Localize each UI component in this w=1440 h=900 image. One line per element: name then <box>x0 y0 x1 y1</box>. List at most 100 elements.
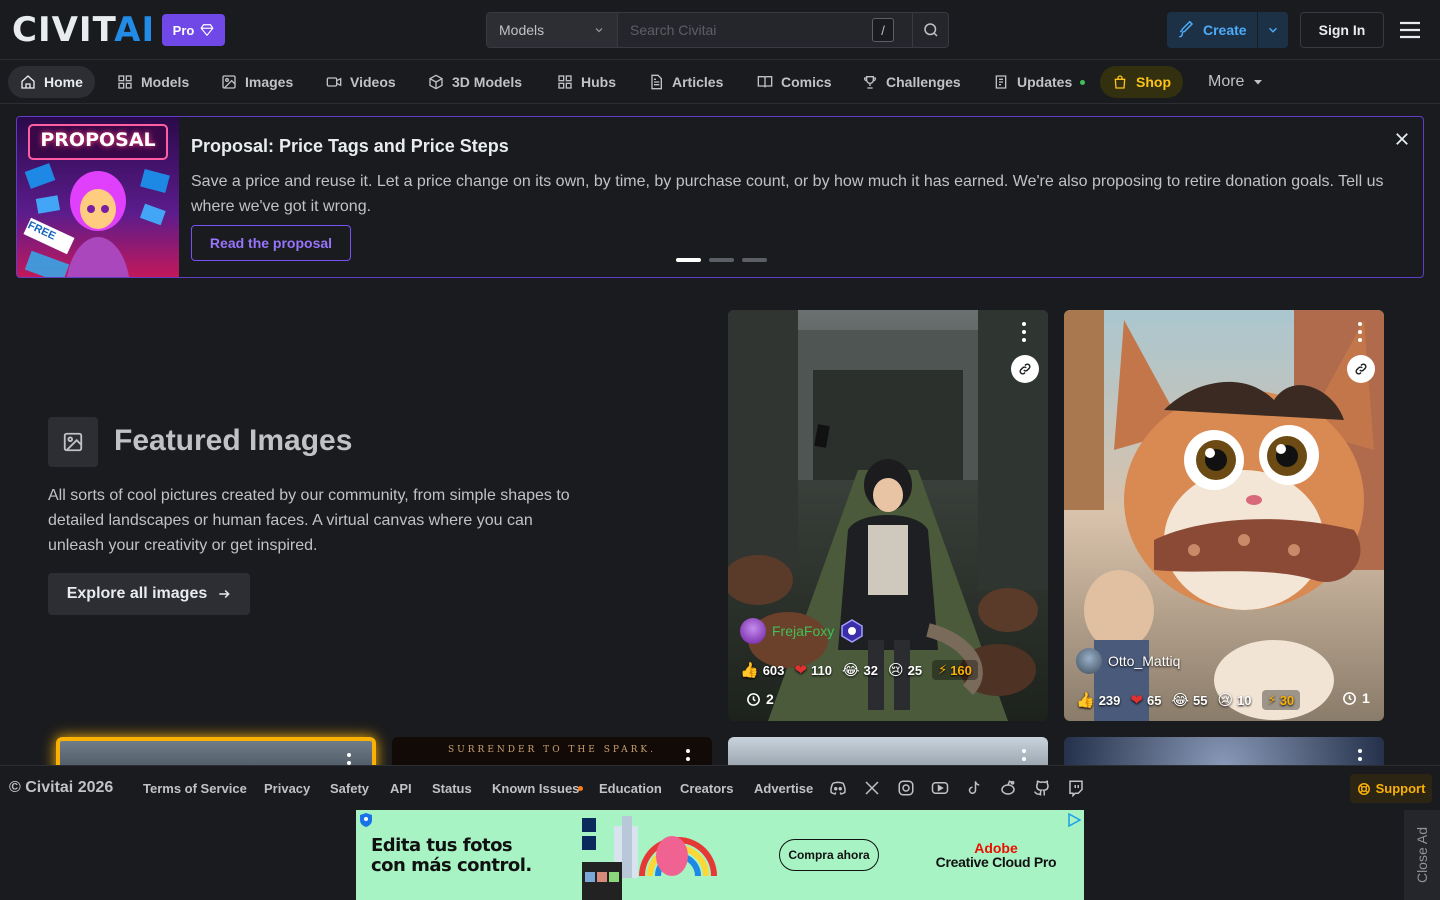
carousel-dot[interactable] <box>709 258 734 262</box>
footer-link-known-issues[interactable]: Known Issues <box>492 781 579 796</box>
chevron-down-icon[interactable] <box>1266 23 1280 37</box>
nav-more-label: More <box>1208 73 1245 90</box>
avatar <box>1076 648 1102 674</box>
featured-images-icon-box <box>48 417 98 467</box>
advertisement[interactable]: Edita tus fotos con más control. Compra … <box>356 810 1084 900</box>
carousel-dot[interactable] <box>742 258 767 262</box>
heart-count: 65 <box>1146 692 1162 708</box>
cry-reaction[interactable]: 😢 10 <box>1217 691 1251 709</box>
footer-link-safety[interactable]: Safety <box>330 781 369 796</box>
brush-icon <box>1179 21 1194 38</box>
footer: © Civitai 2026 Terms of Service Privacy … <box>0 765 1440 810</box>
remix-button[interactable] <box>1011 355 1039 383</box>
nav-articles[interactable]: Articles <box>636 66 735 98</box>
sign-in-button[interactable]: Sign In <box>1300 12 1384 48</box>
adchoices-icon[interactable] <box>1067 813 1081 827</box>
nav-more[interactable]: More <box>1196 66 1276 98</box>
cry-reaction[interactable]: 😢 25 <box>888 661 922 679</box>
image-card[interactable]: FrejaFoxy 👍 603 ❤ 110 😂 32 😢 25 ⚡ 160 2 <box>728 310 1048 721</box>
support-button[interactable]: Support <box>1350 774 1432 803</box>
x-twitter-icon[interactable] <box>863 779 881 797</box>
close-ad-button[interactable]: Close Ad <box>1404 810 1440 900</box>
like-reaction[interactable]: 👍 239 <box>1076 691 1120 709</box>
featured-description: All sorts of cool pictures created by ou… <box>48 487 570 554</box>
search-button[interactable] <box>912 13 948 47</box>
like-reaction[interactable]: 👍 603 <box>740 661 784 679</box>
card-user[interactable]: Otto_Mattiq <box>1076 648 1180 674</box>
footer-link-advertise[interactable]: Advertise <box>754 781 813 796</box>
footer-link-education[interactable]: Education <box>599 781 662 796</box>
comment-count-row[interactable]: 2 <box>746 691 774 707</box>
footer-link-status[interactable]: Status <box>432 781 472 796</box>
heart-reaction[interactable]: ❤ 110 <box>794 661 832 679</box>
nav-label: Hubs <box>581 74 616 90</box>
more-vertical-icon[interactable] <box>1022 322 1026 342</box>
main-nav: Home Models Images Videos 3D Models Hubs… <box>0 60 1440 104</box>
search-input[interactable]: Search Civitai / <box>618 13 912 47</box>
book-icon <box>757 76 773 88</box>
new-indicator <box>1080 79 1086 85</box>
more-vertical-icon[interactable] <box>1358 322 1362 342</box>
buzz-tip[interactable]: ⚡ 30 <box>1261 690 1301 710</box>
comment-count-row[interactable]: 1 <box>1342 690 1370 706</box>
banner-image: PROPOSAL FREE <box>17 117 179 277</box>
github-icon[interactable] <box>1033 779 1051 797</box>
nav-videos[interactable]: Videos <box>314 66 408 98</box>
nav-hubs[interactable]: Hubs <box>545 66 628 98</box>
card-caption: SURRENDER TO THE SPARK. <box>448 745 656 755</box>
tiktok-icon[interactable] <box>965 779 983 797</box>
link-icon <box>1019 363 1031 375</box>
ad-headline-line-2: con más control. <box>371 855 532 876</box>
instagram-icon[interactable] <box>897 779 915 797</box>
nav-shop[interactable]: Shop <box>1100 66 1183 98</box>
heart-reaction[interactable]: ❤ 65 <box>1130 691 1161 709</box>
remix-button[interactable] <box>1347 355 1375 383</box>
clock-icon <box>1343 691 1356 705</box>
card-user[interactable]: FrejaFoxy <box>740 618 864 644</box>
nav-challenges[interactable]: Challenges <box>850 66 973 98</box>
cube-icon <box>429 74 443 90</box>
footer-link-creators[interactable]: Creators <box>680 781 733 796</box>
menu-icon[interactable] <box>1398 20 1422 40</box>
ad-area: Edita tus fotos con más control. Compra … <box>0 810 1440 900</box>
create-label: Create <box>1203 22 1247 38</box>
carousel-dot-active[interactable] <box>676 258 701 262</box>
updates-icon <box>995 75 1007 89</box>
nav-models[interactable]: Models <box>105 66 201 98</box>
nav-images[interactable]: Images <box>209 66 305 98</box>
laugh-reaction[interactable]: 😂 55 <box>1171 691 1207 709</box>
lifebuoy-icon <box>1357 782 1370 795</box>
reaction-bar: 👍 603 ❤ 110 😂 32 😢 25 ⚡ 160 <box>740 660 978 680</box>
search-scope-select[interactable]: Models <box>487 13 618 47</box>
cry-count: 10 <box>1237 692 1252 708</box>
laugh-reaction[interactable]: 😂 32 <box>842 661 878 679</box>
reddit-icon[interactable] <box>999 779 1017 797</box>
nav-3d-models[interactable]: 3D Models <box>416 66 534 98</box>
ad-cta-button[interactable]: Compra ahora <box>779 839 879 871</box>
nav-label: 3D Models <box>452 74 523 90</box>
footer-link-api[interactable]: API <box>390 781 412 796</box>
create-button[interactable]: Create <box>1167 12 1288 48</box>
nav-updates[interactable]: Updates <box>981 66 1097 98</box>
explore-label: Explore all images <box>66 585 208 602</box>
twitch-icon[interactable] <box>1067 779 1085 797</box>
read-proposal-button[interactable]: Read the proposal <box>191 225 351 261</box>
cry-icon: 😢 <box>887 662 904 679</box>
support-label: Support <box>1375 781 1426 796</box>
footer-link-terms[interactable]: Terms of Service <box>143 781 247 796</box>
heart-count: 110 <box>810 662 832 678</box>
nav-comics[interactable]: Comics <box>745 66 844 98</box>
grid-icon <box>558 75 572 89</box>
close-icon[interactable] <box>1393 130 1411 148</box>
civitai-logo[interactable]: CIVITAI <box>12 13 155 47</box>
buzz-tip[interactable]: ⚡ 160 <box>932 660 978 680</box>
image-card[interactable]: Otto_Mattiq 👍 239 ❤ 65 😂 55 😢 10 ⚡ 30 1 <box>1064 310 1384 721</box>
youtube-icon[interactable] <box>931 779 949 797</box>
nav-home[interactable]: Home <box>8 66 95 98</box>
creator-badge-icon <box>841 619 863 643</box>
footer-link-privacy[interactable]: Privacy <box>264 781 310 796</box>
search-scope-value: Models <box>499 22 545 38</box>
explore-images-button[interactable]: Explore all images <box>48 573 250 615</box>
pro-button[interactable]: Pro <box>162 14 225 46</box>
discord-icon[interactable] <box>829 779 847 797</box>
